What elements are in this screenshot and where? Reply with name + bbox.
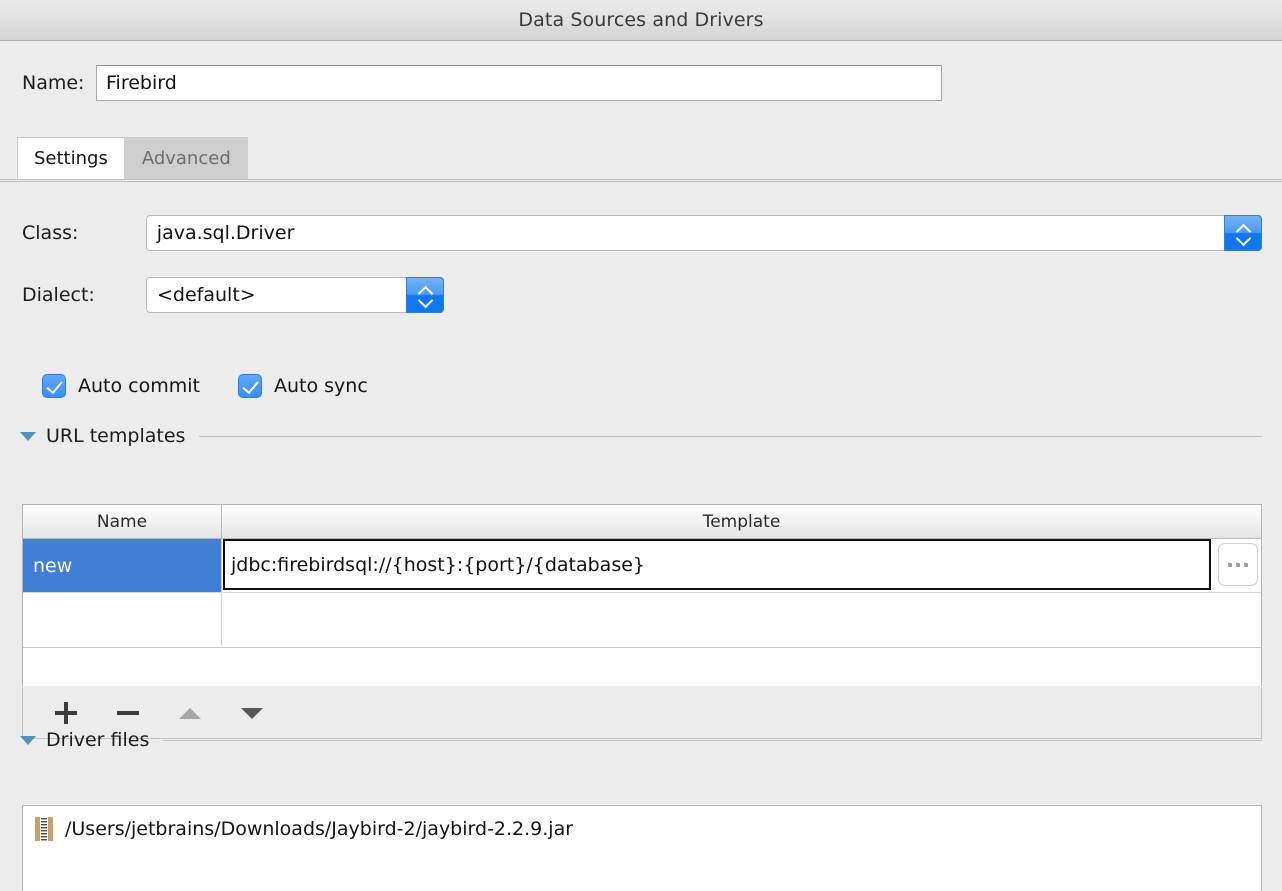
section-divider <box>199 435 1262 437</box>
chevron-down-icon <box>419 297 432 304</box>
name-row: Name: Firebird <box>0 64 1282 102</box>
cell-name[interactable]: new <box>23 539 222 592</box>
remove-template-button[interactable] <box>111 696 145 730</box>
class-row: Class: java.sql.Driver <box>22 214 1262 252</box>
triangle-expanded-icon[interactable] <box>20 735 36 745</box>
browse-template-button[interactable] <box>1218 543 1258 586</box>
cell-name[interactable] <box>23 593 222 646</box>
move-up-button[interactable] <box>173 696 207 730</box>
checkbox-auto-commit[interactable]: Auto commit <box>42 374 200 398</box>
table-row[interactable]: new jdbc:firebirdsql://{host}:{port}/{da… <box>23 539 1261 592</box>
jar-archive-icon <box>35 816 53 842</box>
options-row: Auto commit Auto sync <box>42 374 368 398</box>
dialect-row: Dialect: <default> <box>22 276 1262 314</box>
table-row[interactable] <box>23 592 1261 646</box>
name-input[interactable]: Firebird <box>96 65 942 101</box>
window-title: Data Sources and Drivers <box>518 9 764 31</box>
checkbox-checked-icon[interactable] <box>42 374 66 398</box>
dialect-label: Dialect: <box>22 284 95 306</box>
tab-bar: Settings Advanced <box>0 135 1282 182</box>
tab-advanced-label: Advanced <box>141 148 231 169</box>
move-down-button[interactable] <box>235 696 269 730</box>
ellipsis-dot <box>1228 562 1232 567</box>
tab-advanced[interactable]: Advanced <box>124 137 248 179</box>
table-empty-area <box>23 647 1261 686</box>
chevron-down-icon <box>1237 235 1250 242</box>
table-header-row: Name Template <box>23 505 1261 539</box>
url-templates-table: Name Template new jdbc:firebirdsql://{ho… <box>22 504 1262 686</box>
dialect-combo-value: <default> <box>157 284 256 306</box>
section-url-templates-title: URL templates <box>46 425 186 447</box>
dialect-combo[interactable]: <default> <box>146 277 444 313</box>
section-driver-files[interactable]: Driver files <box>20 729 1262 751</box>
driver-files-list[interactable]: /Users/jetbrains/Downloads/Jaybird-2/jay… <box>22 805 1262 891</box>
name-label: Name: <box>22 72 85 94</box>
checkbox-auto-sync-label: Auto sync <box>273 375 368 397</box>
driver-file-path: /Users/jetbrains/Downloads/Jaybird-2/jay… <box>65 818 574 840</box>
checkbox-auto-commit-label: Auto commit <box>78 375 200 397</box>
triangle-expanded-icon[interactable] <box>20 431 36 441</box>
checkbox-checked-icon[interactable] <box>237 374 262 398</box>
template-cell-editor[interactable]: jdbc:firebirdsql://{host}:{port}/{databa… <box>223 539 1211 590</box>
column-header-name[interactable]: Name <box>23 505 222 538</box>
section-divider <box>163 739 1262 741</box>
dialect-stepper-icon[interactable] <box>406 277 444 313</box>
checkbox-auto-sync[interactable]: Auto sync <box>237 374 368 398</box>
class-label: Class: <box>22 222 79 244</box>
window-titlebar: Data Sources and Drivers <box>0 0 1282 41</box>
column-header-template[interactable]: Template <box>222 505 1261 538</box>
tab-underline <box>0 179 1282 182</box>
cell-template[interactable]: jdbc:firebirdsql://{host}:{port}/{databa… <box>222 539 1261 592</box>
section-driver-files-title: Driver files <box>46 729 150 751</box>
tab-settings-label: Settings <box>34 148 108 169</box>
dialog-body: Name: Firebird Settings Advanced Class: … <box>0 42 1282 891</box>
class-combo-value: java.sql.Driver <box>156 222 295 244</box>
class-combo[interactable]: java.sql.Driver <box>145 215 1262 251</box>
class-stepper-icon[interactable] <box>1224 215 1262 251</box>
cell-template[interactable] <box>222 593 1261 646</box>
list-item[interactable]: /Users/jetbrains/Downloads/Jaybird-2/jay… <box>23 806 1261 852</box>
section-url-templates[interactable]: URL templates <box>20 425 1262 447</box>
add-template-button[interactable] <box>49 696 83 730</box>
tab-settings[interactable]: Settings <box>17 137 125 179</box>
ellipsis-dot <box>1244 562 1248 567</box>
ellipsis-dot <box>1236 562 1240 567</box>
